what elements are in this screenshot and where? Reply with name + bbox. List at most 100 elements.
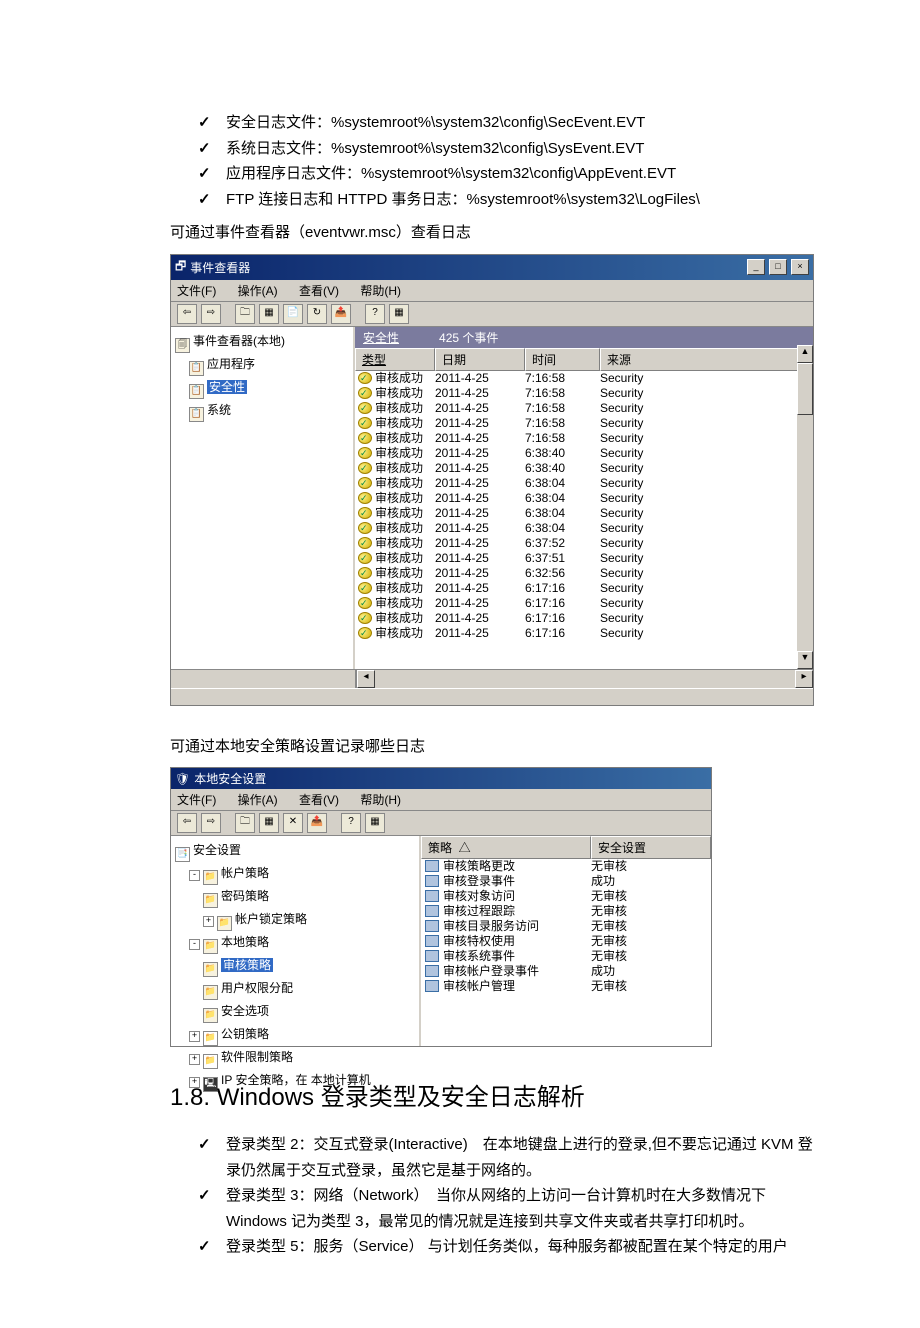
eventvwr-note: 可通过事件查看器（eventvwr.msc）查看日志 (170, 220, 814, 246)
tree-root[interactable]: 📑安全设置 (175, 840, 415, 863)
success-icon (358, 477, 372, 489)
scroll-thumb[interactable] (797, 363, 813, 415)
view-button[interactable]: ▦ (365, 813, 385, 833)
refresh-button[interactable]: ↻ (307, 304, 327, 324)
table-row[interactable]: 审核系统事件无审核 (421, 949, 711, 964)
table-row[interactable]: 审核成功2011-4-256:38:40Security (355, 461, 813, 476)
table-row[interactable]: 审核成功2011-4-256:38:04Security (355, 521, 813, 536)
table-row[interactable]: 审核成功2011-4-256:17:16Security (355, 596, 813, 611)
minimize-button[interactable]: _ (747, 259, 765, 275)
column-headers[interactable]: 类型 日期 时间 来源 (355, 348, 813, 371)
menu-help[interactable]: 帮助(H) (360, 793, 401, 807)
maximize-button[interactable]: □ (769, 259, 787, 275)
policy-rows[interactable]: 审核策略更改无审核审核登录事件成功审核对象访问无审核审核过程跟踪无审核审核目录服… (421, 859, 711, 1039)
tree-security[interactable]: 📋安全性 (175, 377, 349, 400)
col-source[interactable]: 来源 (600, 348, 813, 371)
close-button[interactable]: × (791, 259, 809, 275)
vertical-scrollbar[interactable]: ▲ ▼ (797, 345, 813, 669)
tree-password-policy[interactable]: 📁密码策略 (175, 886, 415, 909)
tree-system[interactable]: 📋系统 (175, 400, 349, 423)
tree-security-options[interactable]: 📁安全选项 (175, 1001, 415, 1024)
forward-button[interactable]: ⇨ (201, 304, 221, 324)
list-button[interactable]: ▦ (259, 813, 279, 833)
app-icon: 🛡 (175, 772, 190, 786)
table-row[interactable]: 审核成功2011-4-256:38:04Security (355, 506, 813, 521)
back-button[interactable]: ⇦ (177, 813, 197, 833)
tree-user-rights[interactable]: 📁用户权限分配 (175, 978, 415, 1001)
scroll-down-icon[interactable]: ▼ (797, 651, 813, 669)
col-date[interactable]: 日期 (435, 348, 525, 371)
tree-account-policy[interactable]: -📁帐户策略 (175, 863, 415, 886)
menu-view[interactable]: 查看(V) (299, 793, 339, 807)
col-setting[interactable]: 安全设置 (591, 836, 711, 859)
table-row[interactable]: 审核特权使用无审核 (421, 934, 711, 949)
export-button[interactable]: 📤 (331, 304, 351, 324)
table-row[interactable]: 审核帐户管理无审核 (421, 979, 711, 994)
tree-audit-policy[interactable]: 📁审核策略 (175, 955, 415, 978)
tree-panel[interactable]: 🗐事件查看器(本地) 📋应用程序 📋安全性 📋系统 (171, 327, 355, 669)
table-row[interactable]: 审核成功2011-4-256:38:04Security (355, 491, 813, 506)
scroll-right-icon[interactable]: ▸ (795, 670, 813, 688)
tree-local-policy[interactable]: -📁本地策略 (175, 932, 415, 955)
table-row[interactable]: 审核成功2011-4-256:32:56Security (355, 566, 813, 581)
table-row[interactable]: 审核目录服务访问无审核 (421, 919, 711, 934)
tree-root[interactable]: 🗐事件查看器(本地) (175, 331, 349, 354)
help-button[interactable]: ? (341, 813, 361, 833)
table-row[interactable]: 审核成功2011-4-257:16:58Security (355, 416, 813, 431)
menu-action[interactable]: 操作(A) (238, 793, 278, 807)
forward-button[interactable]: ⇨ (201, 813, 221, 833)
tree-application[interactable]: 📋应用程序 (175, 354, 349, 377)
success-icon (358, 447, 372, 459)
menu-file[interactable]: 文件(F) (177, 284, 216, 298)
titlebar[interactable]: 🗗 事件查看器 _ □ × (171, 255, 813, 280)
table-row[interactable]: 审核过程跟踪无审核 (421, 904, 711, 919)
tree-software-restrict[interactable]: +📁软件限制策略 (175, 1047, 415, 1070)
table-row[interactable]: 审核成功2011-4-256:17:16Security (355, 611, 813, 626)
event-rows[interactable]: 审核成功2011-4-257:16:58Security审核成功2011-4-2… (355, 371, 813, 641)
titlebar[interactable]: 🛡 本地安全设置 (171, 768, 711, 789)
list-button[interactable]: ▦ (259, 304, 279, 324)
view-button[interactable]: ▦ (389, 304, 409, 324)
menu-file[interactable]: 文件(F) (177, 793, 216, 807)
table-row[interactable]: 审核成功2011-4-257:16:58Security (355, 371, 813, 386)
column-headers[interactable]: 策略 △ 安全设置 (421, 836, 711, 859)
table-row[interactable]: 审核帐户登录事件成功 (421, 964, 711, 979)
table-row[interactable]: 审核成功2011-4-257:16:58Security (355, 401, 813, 416)
scroll-up-icon[interactable]: ▲ (797, 345, 813, 363)
policy-icon (425, 890, 439, 902)
table-row[interactable]: 审核成功2011-4-256:17:16Security (355, 626, 813, 641)
menu-help[interactable]: 帮助(H) (360, 284, 401, 298)
table-row[interactable]: 审核成功2011-4-256:37:52Security (355, 536, 813, 551)
col-policy[interactable]: 策略 △ (421, 836, 591, 859)
bullet-type2: 登录类型 2：交互式登录(Interactive) 在本地键盘上进行的登录,但不… (198, 1132, 814, 1183)
col-type[interactable]: 类型 (355, 348, 435, 371)
prop-button[interactable]: 📄 (283, 304, 303, 324)
scroll-left-icon[interactable]: ◂ (357, 670, 375, 688)
up-button[interactable]: 🗀 (235, 813, 255, 833)
col-time[interactable]: 时间 (525, 348, 600, 371)
table-row[interactable]: 审核成功2011-4-257:16:58Security (355, 386, 813, 401)
menu-view[interactable]: 查看(V) (299, 284, 339, 298)
table-row[interactable]: 审核登录事件成功 (421, 874, 711, 889)
delete-button[interactable]: ✕ (283, 813, 303, 833)
menubar[interactable]: 文件(F) 操作(A) 查看(V) 帮助(H) (171, 280, 813, 302)
tree-public-key[interactable]: +📁公钥策略 (175, 1024, 415, 1047)
help-button[interactable]: ? (365, 304, 385, 324)
table-row[interactable]: 审核策略更改无审核 (421, 859, 711, 874)
horizontal-scrollbar[interactable]: ◂ ▸ (171, 669, 813, 688)
table-row[interactable]: 审核成功2011-4-256:37:51Security (355, 551, 813, 566)
up-button[interactable]: 🗀 (235, 304, 255, 324)
back-button[interactable]: ⇦ (177, 304, 197, 324)
table-row[interactable]: 审核成功2011-4-256:17:16Security (355, 581, 813, 596)
tree-lockout-policy[interactable]: +📁帐户锁定策略 (175, 909, 415, 932)
log-file-list: 安全日志文件：%systemroot%\system32\config\SecE… (198, 110, 814, 212)
logon-type-list: 登录类型 2：交互式登录(Interactive) 在本地键盘上进行的登录,但不… (198, 1132, 814, 1260)
menubar[interactable]: 文件(F) 操作(A) 查看(V) 帮助(H) (171, 789, 711, 811)
export-button[interactable]: 📤 (307, 813, 327, 833)
table-row[interactable]: 审核成功2011-4-256:38:04Security (355, 476, 813, 491)
table-row[interactable]: 审核成功2011-4-256:38:40Security (355, 446, 813, 461)
table-row[interactable]: 审核成功2011-4-257:16:58Security (355, 431, 813, 446)
table-row[interactable]: 审核对象访问无审核 (421, 889, 711, 904)
menu-action[interactable]: 操作(A) (238, 284, 278, 298)
tree-panel[interactable]: 📑安全设置 -📁帐户策略 📁密码策略 +📁帐户锁定策略 -📁本地策略 📁审核策略… (171, 836, 421, 1046)
